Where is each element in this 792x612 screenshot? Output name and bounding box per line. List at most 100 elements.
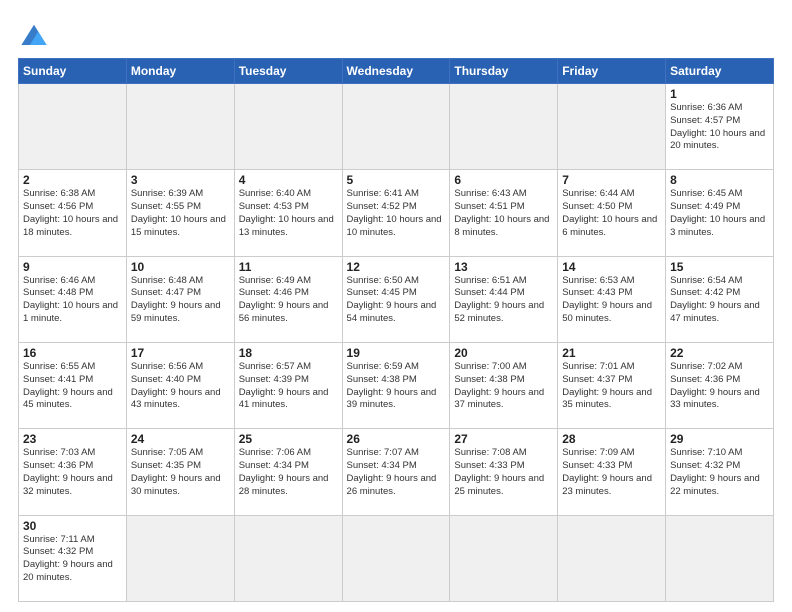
calendar-cell <box>558 515 666 601</box>
week-row-3: 9Sunrise: 6:46 AM Sunset: 4:48 PM Daylig… <box>19 256 774 342</box>
calendar-cell: 17Sunrise: 6:56 AM Sunset: 4:40 PM Dayli… <box>126 342 234 428</box>
calendar-cell: 8Sunrise: 6:45 AM Sunset: 4:49 PM Daylig… <box>666 170 774 256</box>
day-info: Sunrise: 6:50 AM Sunset: 4:45 PM Dayligh… <box>347 275 446 326</box>
day-info: Sunrise: 6:53 AM Sunset: 4:43 PM Dayligh… <box>562 275 661 326</box>
weekday-header-monday: Monday <box>126 59 234 84</box>
calendar-cell: 4Sunrise: 6:40 AM Sunset: 4:53 PM Daylig… <box>234 170 342 256</box>
weekday-header-saturday: Saturday <box>666 59 774 84</box>
calendar-cell: 16Sunrise: 6:55 AM Sunset: 4:41 PM Dayli… <box>19 342 127 428</box>
day-info: Sunrise: 7:01 AM Sunset: 4:37 PM Dayligh… <box>562 361 661 412</box>
calendar-cell: 9Sunrise: 6:46 AM Sunset: 4:48 PM Daylig… <box>19 256 127 342</box>
calendar-cell <box>450 84 558 170</box>
day-info: Sunrise: 6:44 AM Sunset: 4:50 PM Dayligh… <box>562 188 661 239</box>
calendar-cell: 20Sunrise: 7:00 AM Sunset: 4:38 PM Dayli… <box>450 342 558 428</box>
calendar-cell <box>234 84 342 170</box>
day-number: 2 <box>23 173 122 187</box>
calendar-cell: 30Sunrise: 7:11 AM Sunset: 4:32 PM Dayli… <box>19 515 127 601</box>
day-info: Sunrise: 7:11 AM Sunset: 4:32 PM Dayligh… <box>23 534 122 585</box>
day-info: Sunrise: 6:57 AM Sunset: 4:39 PM Dayligh… <box>239 361 338 412</box>
day-info: Sunrise: 6:39 AM Sunset: 4:55 PM Dayligh… <box>131 188 230 239</box>
weekday-header-sunday: Sunday <box>19 59 127 84</box>
day-info: Sunrise: 6:54 AM Sunset: 4:42 PM Dayligh… <box>670 275 769 326</box>
day-number: 30 <box>23 519 122 533</box>
page: SundayMondayTuesdayWednesdayThursdayFrid… <box>0 0 792 612</box>
day-number: 10 <box>131 260 230 274</box>
day-number: 17 <box>131 346 230 360</box>
day-info: Sunrise: 6:55 AM Sunset: 4:41 PM Dayligh… <box>23 361 122 412</box>
calendar-cell: 29Sunrise: 7:10 AM Sunset: 4:32 PM Dayli… <box>666 429 774 515</box>
day-number: 25 <box>239 432 338 446</box>
weekday-header-tuesday: Tuesday <box>234 59 342 84</box>
calendar-cell: 6Sunrise: 6:43 AM Sunset: 4:51 PM Daylig… <box>450 170 558 256</box>
calendar-cell: 23Sunrise: 7:03 AM Sunset: 4:36 PM Dayli… <box>19 429 127 515</box>
calendar-cell: 27Sunrise: 7:08 AM Sunset: 4:33 PM Dayli… <box>450 429 558 515</box>
calendar-cell: 13Sunrise: 6:51 AM Sunset: 4:44 PM Dayli… <box>450 256 558 342</box>
day-number: 1 <box>670 87 769 101</box>
day-number: 11 <box>239 260 338 274</box>
day-number: 27 <box>454 432 553 446</box>
day-number: 15 <box>670 260 769 274</box>
weekday-header-friday: Friday <box>558 59 666 84</box>
logo <box>18 18 54 48</box>
day-number: 8 <box>670 173 769 187</box>
day-info: Sunrise: 7:08 AM Sunset: 4:33 PM Dayligh… <box>454 447 553 498</box>
calendar-cell: 14Sunrise: 6:53 AM Sunset: 4:43 PM Dayli… <box>558 256 666 342</box>
day-info: Sunrise: 6:48 AM Sunset: 4:47 PM Dayligh… <box>131 275 230 326</box>
day-info: Sunrise: 6:45 AM Sunset: 4:49 PM Dayligh… <box>670 188 769 239</box>
calendar-cell: 19Sunrise: 6:59 AM Sunset: 4:38 PM Dayli… <box>342 342 450 428</box>
day-number: 18 <box>239 346 338 360</box>
day-info: Sunrise: 6:49 AM Sunset: 4:46 PM Dayligh… <box>239 275 338 326</box>
day-number: 5 <box>347 173 446 187</box>
day-info: Sunrise: 7:05 AM Sunset: 4:35 PM Dayligh… <box>131 447 230 498</box>
calendar-cell: 12Sunrise: 6:50 AM Sunset: 4:45 PM Dayli… <box>342 256 450 342</box>
calendar-cell: 22Sunrise: 7:02 AM Sunset: 4:36 PM Dayli… <box>666 342 774 428</box>
calendar-cell <box>19 84 127 170</box>
calendar-cell: 18Sunrise: 6:57 AM Sunset: 4:39 PM Dayli… <box>234 342 342 428</box>
week-row-4: 16Sunrise: 6:55 AM Sunset: 4:41 PM Dayli… <box>19 342 774 428</box>
weekday-header-row: SundayMondayTuesdayWednesdayThursdayFrid… <box>19 59 774 84</box>
calendar-cell: 1Sunrise: 6:36 AM Sunset: 4:57 PM Daylig… <box>666 84 774 170</box>
calendar-cell: 2Sunrise: 6:38 AM Sunset: 4:56 PM Daylig… <box>19 170 127 256</box>
calendar-cell <box>234 515 342 601</box>
day-number: 29 <box>670 432 769 446</box>
day-number: 20 <box>454 346 553 360</box>
weekday-header-thursday: Thursday <box>450 59 558 84</box>
week-row-6: 30Sunrise: 7:11 AM Sunset: 4:32 PM Dayli… <box>19 515 774 601</box>
calendar-cell <box>342 84 450 170</box>
day-number: 12 <box>347 260 446 274</box>
calendar-cell: 24Sunrise: 7:05 AM Sunset: 4:35 PM Dayli… <box>126 429 234 515</box>
calendar-cell: 26Sunrise: 7:07 AM Sunset: 4:34 PM Dayli… <box>342 429 450 515</box>
day-number: 4 <box>239 173 338 187</box>
calendar-cell: 3Sunrise: 6:39 AM Sunset: 4:55 PM Daylig… <box>126 170 234 256</box>
day-info: Sunrise: 6:41 AM Sunset: 4:52 PM Dayligh… <box>347 188 446 239</box>
day-info: Sunrise: 7:10 AM Sunset: 4:32 PM Dayligh… <box>670 447 769 498</box>
calendar-cell <box>342 515 450 601</box>
day-info: Sunrise: 6:46 AM Sunset: 4:48 PM Dayligh… <box>23 275 122 326</box>
day-info: Sunrise: 6:36 AM Sunset: 4:57 PM Dayligh… <box>670 102 769 153</box>
calendar-cell <box>558 84 666 170</box>
calendar-cell <box>450 515 558 601</box>
day-info: Sunrise: 7:03 AM Sunset: 4:36 PM Dayligh… <box>23 447 122 498</box>
calendar-cell: 21Sunrise: 7:01 AM Sunset: 4:37 PM Dayli… <box>558 342 666 428</box>
calendar-cell <box>126 84 234 170</box>
calendar-cell: 7Sunrise: 6:44 AM Sunset: 4:50 PM Daylig… <box>558 170 666 256</box>
day-number: 28 <box>562 432 661 446</box>
day-number: 9 <box>23 260 122 274</box>
day-number: 26 <box>347 432 446 446</box>
day-number: 22 <box>670 346 769 360</box>
day-info: Sunrise: 6:38 AM Sunset: 4:56 PM Dayligh… <box>23 188 122 239</box>
day-info: Sunrise: 6:51 AM Sunset: 4:44 PM Dayligh… <box>454 275 553 326</box>
day-number: 21 <box>562 346 661 360</box>
day-number: 23 <box>23 432 122 446</box>
logo-icon <box>18 20 50 48</box>
day-number: 3 <box>131 173 230 187</box>
day-info: Sunrise: 6:43 AM Sunset: 4:51 PM Dayligh… <box>454 188 553 239</box>
calendar-cell <box>666 515 774 601</box>
day-info: Sunrise: 6:59 AM Sunset: 4:38 PM Dayligh… <box>347 361 446 412</box>
day-number: 13 <box>454 260 553 274</box>
calendar-cell: 15Sunrise: 6:54 AM Sunset: 4:42 PM Dayli… <box>666 256 774 342</box>
week-row-5: 23Sunrise: 7:03 AM Sunset: 4:36 PM Dayli… <box>19 429 774 515</box>
calendar-table: SundayMondayTuesdayWednesdayThursdayFrid… <box>18 58 774 602</box>
day-number: 16 <box>23 346 122 360</box>
header <box>18 18 774 48</box>
